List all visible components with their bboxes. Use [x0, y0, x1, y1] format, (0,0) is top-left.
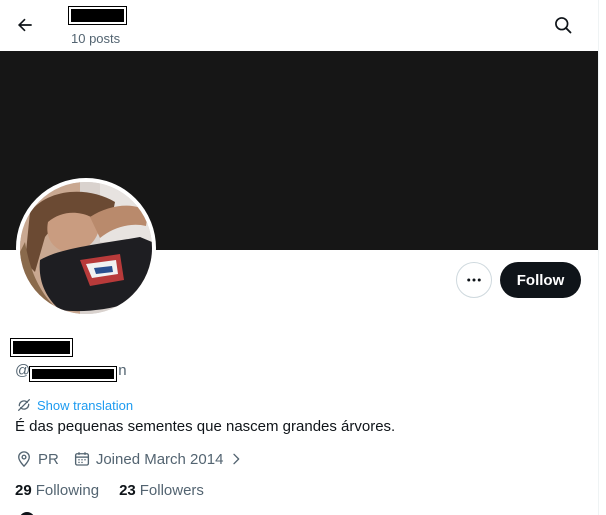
following-label: Following [35, 481, 100, 499]
handle-suffix: n [118, 362, 127, 379]
more-button[interactable] [456, 262, 492, 298]
avatar-photo [20, 182, 152, 314]
joined-date[interactable]: Joined March 2014 [73, 450, 245, 468]
show-translation-label: Show translation [37, 397, 134, 413]
joined-label: Joined March 2014 [95, 450, 224, 468]
translate-icon [18, 399, 30, 411]
following-count: 29 [15, 481, 32, 499]
location: PR [15, 450, 59, 468]
followed-by-row-cutoff [15, 508, 175, 515]
profile-header: 10 posts [0, 0, 598, 51]
calendar-icon [74, 452, 89, 466]
handle-redaction [29, 366, 117, 382]
chevron-right-icon [233, 453, 240, 465]
profile-meta: PR Joined March 2014 [15, 448, 244, 470]
column-divider [598, 0, 599, 515]
arrow-left-icon [17, 18, 32, 32]
profile-page: 10 posts Follow @ n Show translation É d… [0, 0, 598, 515]
avatar[interactable] [16, 178, 156, 318]
followers-count: 23 [119, 481, 136, 499]
back-button[interactable] [9, 9, 41, 41]
display-name-redaction [10, 338, 73, 357]
more-horizontal-icon [467, 278, 481, 282]
follow-stats: 29 Following 23 Followers [15, 480, 204, 500]
following-link[interactable]: 29 Following [15, 482, 99, 499]
location-pin-icon [18, 451, 30, 468]
post-count: 10 posts [71, 31, 121, 46]
followers-label: Followers [139, 481, 204, 499]
search-button[interactable] [546, 8, 580, 42]
follow-button[interactable]: Follow [500, 262, 581, 298]
profile-bio: É das pequenas sementes que nascem grand… [15, 418, 396, 435]
search-icon [555, 17, 572, 34]
followers-link[interactable]: 23 Followers [119, 482, 204, 499]
display-name-redaction [68, 6, 127, 25]
handle-prefix: @ [15, 362, 31, 379]
location-label: PR [38, 450, 59, 468]
show-translation-button[interactable]: Show translation [16, 396, 133, 414]
